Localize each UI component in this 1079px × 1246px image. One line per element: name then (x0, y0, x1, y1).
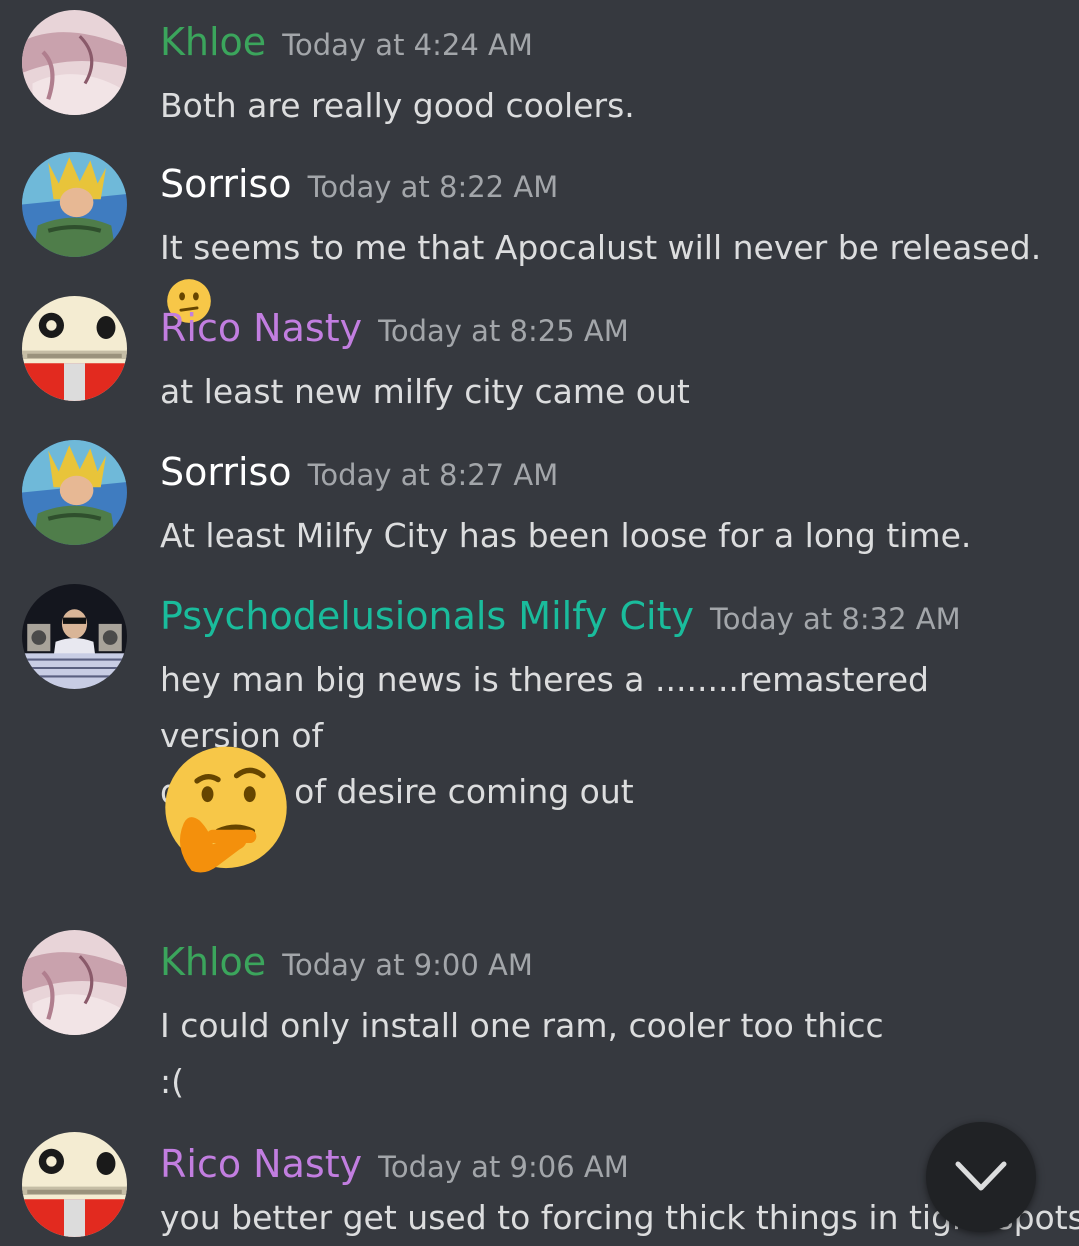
psycho-avatar[interactable] (22, 584, 127, 689)
timestamp: Today at 4:24 AM (282, 28, 533, 62)
message-header: Rico Nasty Today at 8:25 AM (160, 306, 629, 350)
message-content: I could only install one ram, cooler too… (160, 998, 1060, 1110)
author-name[interactable]: Psychodelusionals Milfy City (160, 594, 694, 638)
message-line: I could only install one ram, cooler too… (160, 1006, 884, 1045)
message-header: Rico Nasty Today at 9:06 AM (160, 1142, 629, 1186)
author-name[interactable]: Sorriso (160, 450, 292, 494)
message: Sorriso Today at 8:27 AM At least Milfy C… (0, 436, 1079, 566)
timestamp: Today at 8:27 AM (307, 458, 559, 492)
author-name[interactable]: Khloe (160, 20, 266, 64)
timestamp: Today at 9:06 AM (378, 1150, 629, 1184)
message-line: At least Milfy City has been loose for a… (160, 516, 972, 555)
author-name[interactable]: Sorriso (160, 162, 292, 206)
jump-to-bottom-button[interactable] (926, 1122, 1036, 1232)
rico-avatar[interactable] (22, 296, 127, 401)
message-content: At least Milfy City has been loose for a… (160, 508, 1060, 564)
message: Khloe Today at 9:00 AM I could only insta… (0, 926, 1079, 1116)
message-header: Khloe Today at 9:00 AM (160, 940, 533, 984)
timestamp: Today at 8:25 AM (378, 314, 629, 348)
message: Khloe Today at 4:24 AM Both are really go… (0, 6, 1079, 136)
message-content: Both are really good coolers. (160, 78, 1060, 134)
message-header: Sorriso Today at 8:27 AM (160, 450, 558, 494)
author-name[interactable]: Khloe (160, 940, 266, 984)
message-header: Khloe Today at 4:24 AM (160, 20, 533, 64)
message: Sorriso Today at 8:22 AM It seems to me t… (0, 148, 1079, 323)
message: Rico Nasty Today at 8:25 AM at least new … (0, 292, 1079, 422)
message-line: you better get used to forcing thick thi… (160, 1198, 1079, 1237)
message-content: hey man big news is theres a ........rem… (160, 652, 1060, 820)
message-line: Both are really good coolers. (160, 86, 635, 125)
chevron-down-icon (955, 1161, 1007, 1191)
author-name[interactable]: Rico Nasty (160, 306, 362, 350)
message-line: hey man big news is theres a ........rem… (160, 660, 929, 755)
sorriso-avatar[interactable] (22, 440, 127, 545)
sorriso-avatar[interactable] (22, 152, 127, 257)
message-line: dreams of desire coming out (160, 772, 634, 811)
timestamp: Today at 8:32 AM (709, 602, 961, 636)
message-header: Psychodelusionals Milfy City Today at 8:3… (160, 594, 961, 638)
rico-avatar[interactable] (22, 1132, 127, 1237)
message-header: Sorriso Today at 8:22 AM (160, 162, 558, 206)
timestamp: Today at 9:00 AM (282, 948, 533, 982)
khloe-avatar[interactable] (22, 10, 127, 115)
khloe-avatar[interactable] (22, 930, 127, 1035)
thinking-face-emoji (160, 744, 292, 876)
message-line: at least new milfy city came out (160, 372, 690, 411)
message-content: you better get used to forcing thick thi… (160, 1190, 1079, 1246)
message-line: :( (160, 1062, 184, 1101)
message: Rico Nasty Today at 9:06 AM you better ge… (0, 1128, 1079, 1237)
timestamp: Today at 8:22 AM (307, 170, 559, 204)
author-name[interactable]: Rico Nasty (160, 1142, 362, 1186)
message: Psychodelusionals Milfy City Today at 8:3… (0, 580, 1079, 910)
message-content: at least new milfy city came out (160, 364, 1060, 420)
